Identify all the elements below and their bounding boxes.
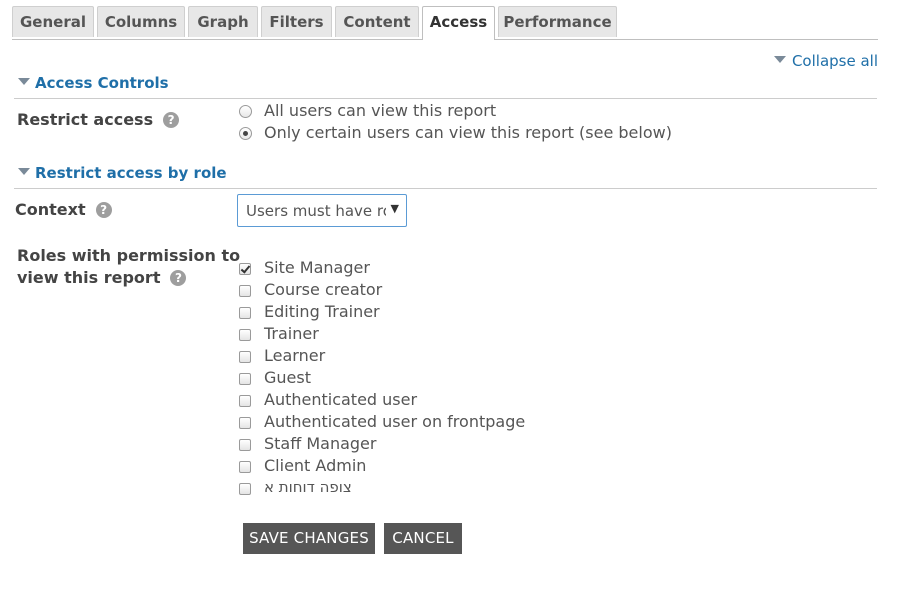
access-controls-header: Access Controls [14, 72, 877, 99]
caret-down-icon: ▼ [390, 202, 399, 215]
role-label: Client Admin [264, 456, 367, 475]
checkbox[interactable] [239, 439, 251, 451]
collapse-all-link[interactable]: Collapse all [773, 52, 878, 70]
restrict-by-role-header: Restrict access by role [14, 162, 877, 189]
role-label: Learner [264, 346, 326, 365]
triangle-down-icon [773, 56, 786, 63]
radio-all-users-label: All users can view this report [264, 101, 497, 120]
tab-general[interactable]: General [12, 6, 94, 37]
triangle-down-icon [18, 78, 30, 85]
checkbox[interactable] [239, 351, 251, 363]
checkbox[interactable] [239, 417, 251, 429]
help-icon[interactable]: ? [95, 201, 112, 218]
restrict-by-role-title: Restrict access by role [35, 164, 227, 182]
help-icon[interactable]: ? [170, 269, 187, 286]
checkbox[interactable] [239, 373, 251, 385]
triangle-down-icon [18, 168, 30, 175]
tab-graph[interactable]: Graph [188, 6, 258, 37]
context-label-text: Context [15, 200, 86, 219]
tab-filters[interactable]: Filters [261, 6, 332, 37]
role-label: Guest [264, 368, 311, 387]
checkbox-checked[interactable] [239, 263, 251, 275]
restrict-access-label-text: Restrict access [17, 110, 154, 129]
collapse-all-label: Collapse all [791, 52, 878, 70]
restrict-by-role-toggle[interactable]: Restrict access by role [18, 164, 227, 182]
checkbox[interactable] [239, 307, 251, 319]
checkbox[interactable] [239, 483, 251, 495]
role-label: Staff Manager [264, 434, 377, 453]
radio-button-selected[interactable] [239, 127, 252, 140]
roles-label: Roles with permission to view this repor… [17, 245, 240, 289]
tab-bar: General Columns Graph Filters Content Ac… [12, 6, 878, 40]
access-controls-toggle[interactable]: Access Controls [18, 74, 169, 92]
checkbox[interactable] [239, 329, 251, 341]
checkbox[interactable] [239, 395, 251, 407]
tab-performance[interactable]: Performance [498, 6, 617, 37]
roles-label-line2: view this report [17, 268, 161, 287]
access-controls-title: Access Controls [35, 74, 169, 92]
context-select[interactable]: Users must have role ▼ [237, 194, 407, 227]
tab-columns[interactable]: Columns [97, 6, 185, 37]
restrict-access-label: Restrict access? [17, 109, 180, 131]
role-label: Authenticated user [264, 390, 418, 409]
tab-content[interactable]: Content [335, 6, 419, 37]
help-icon[interactable]: ? [163, 111, 180, 128]
report-access-page: General Columns Graph Filters Content Ac… [0, 0, 901, 607]
role-label: Course creator [264, 280, 383, 299]
checkbox[interactable] [239, 285, 251, 297]
role-label: צופה דוחות א [264, 478, 352, 496]
role-label: Trainer [264, 324, 319, 343]
role-label: Site Manager [264, 258, 370, 277]
cancel-button[interactable]: CANCEL [384, 523, 462, 554]
context-select-value: Users must have role [246, 202, 386, 220]
role-label: Authenticated user on frontpage [264, 412, 526, 431]
checkbox[interactable] [239, 461, 251, 473]
radio-button[interactable] [239, 105, 252, 118]
tab-access[interactable]: Access [422, 6, 495, 40]
role-label: Editing Trainer [264, 302, 380, 321]
roles-label-line1: Roles with permission to [17, 246, 241, 265]
radio-certain-users-label: Only certain users can view this report … [264, 123, 672, 142]
save-changes-button[interactable]: SAVE CHANGES [243, 523, 375, 554]
context-label: Context? [15, 199, 112, 221]
